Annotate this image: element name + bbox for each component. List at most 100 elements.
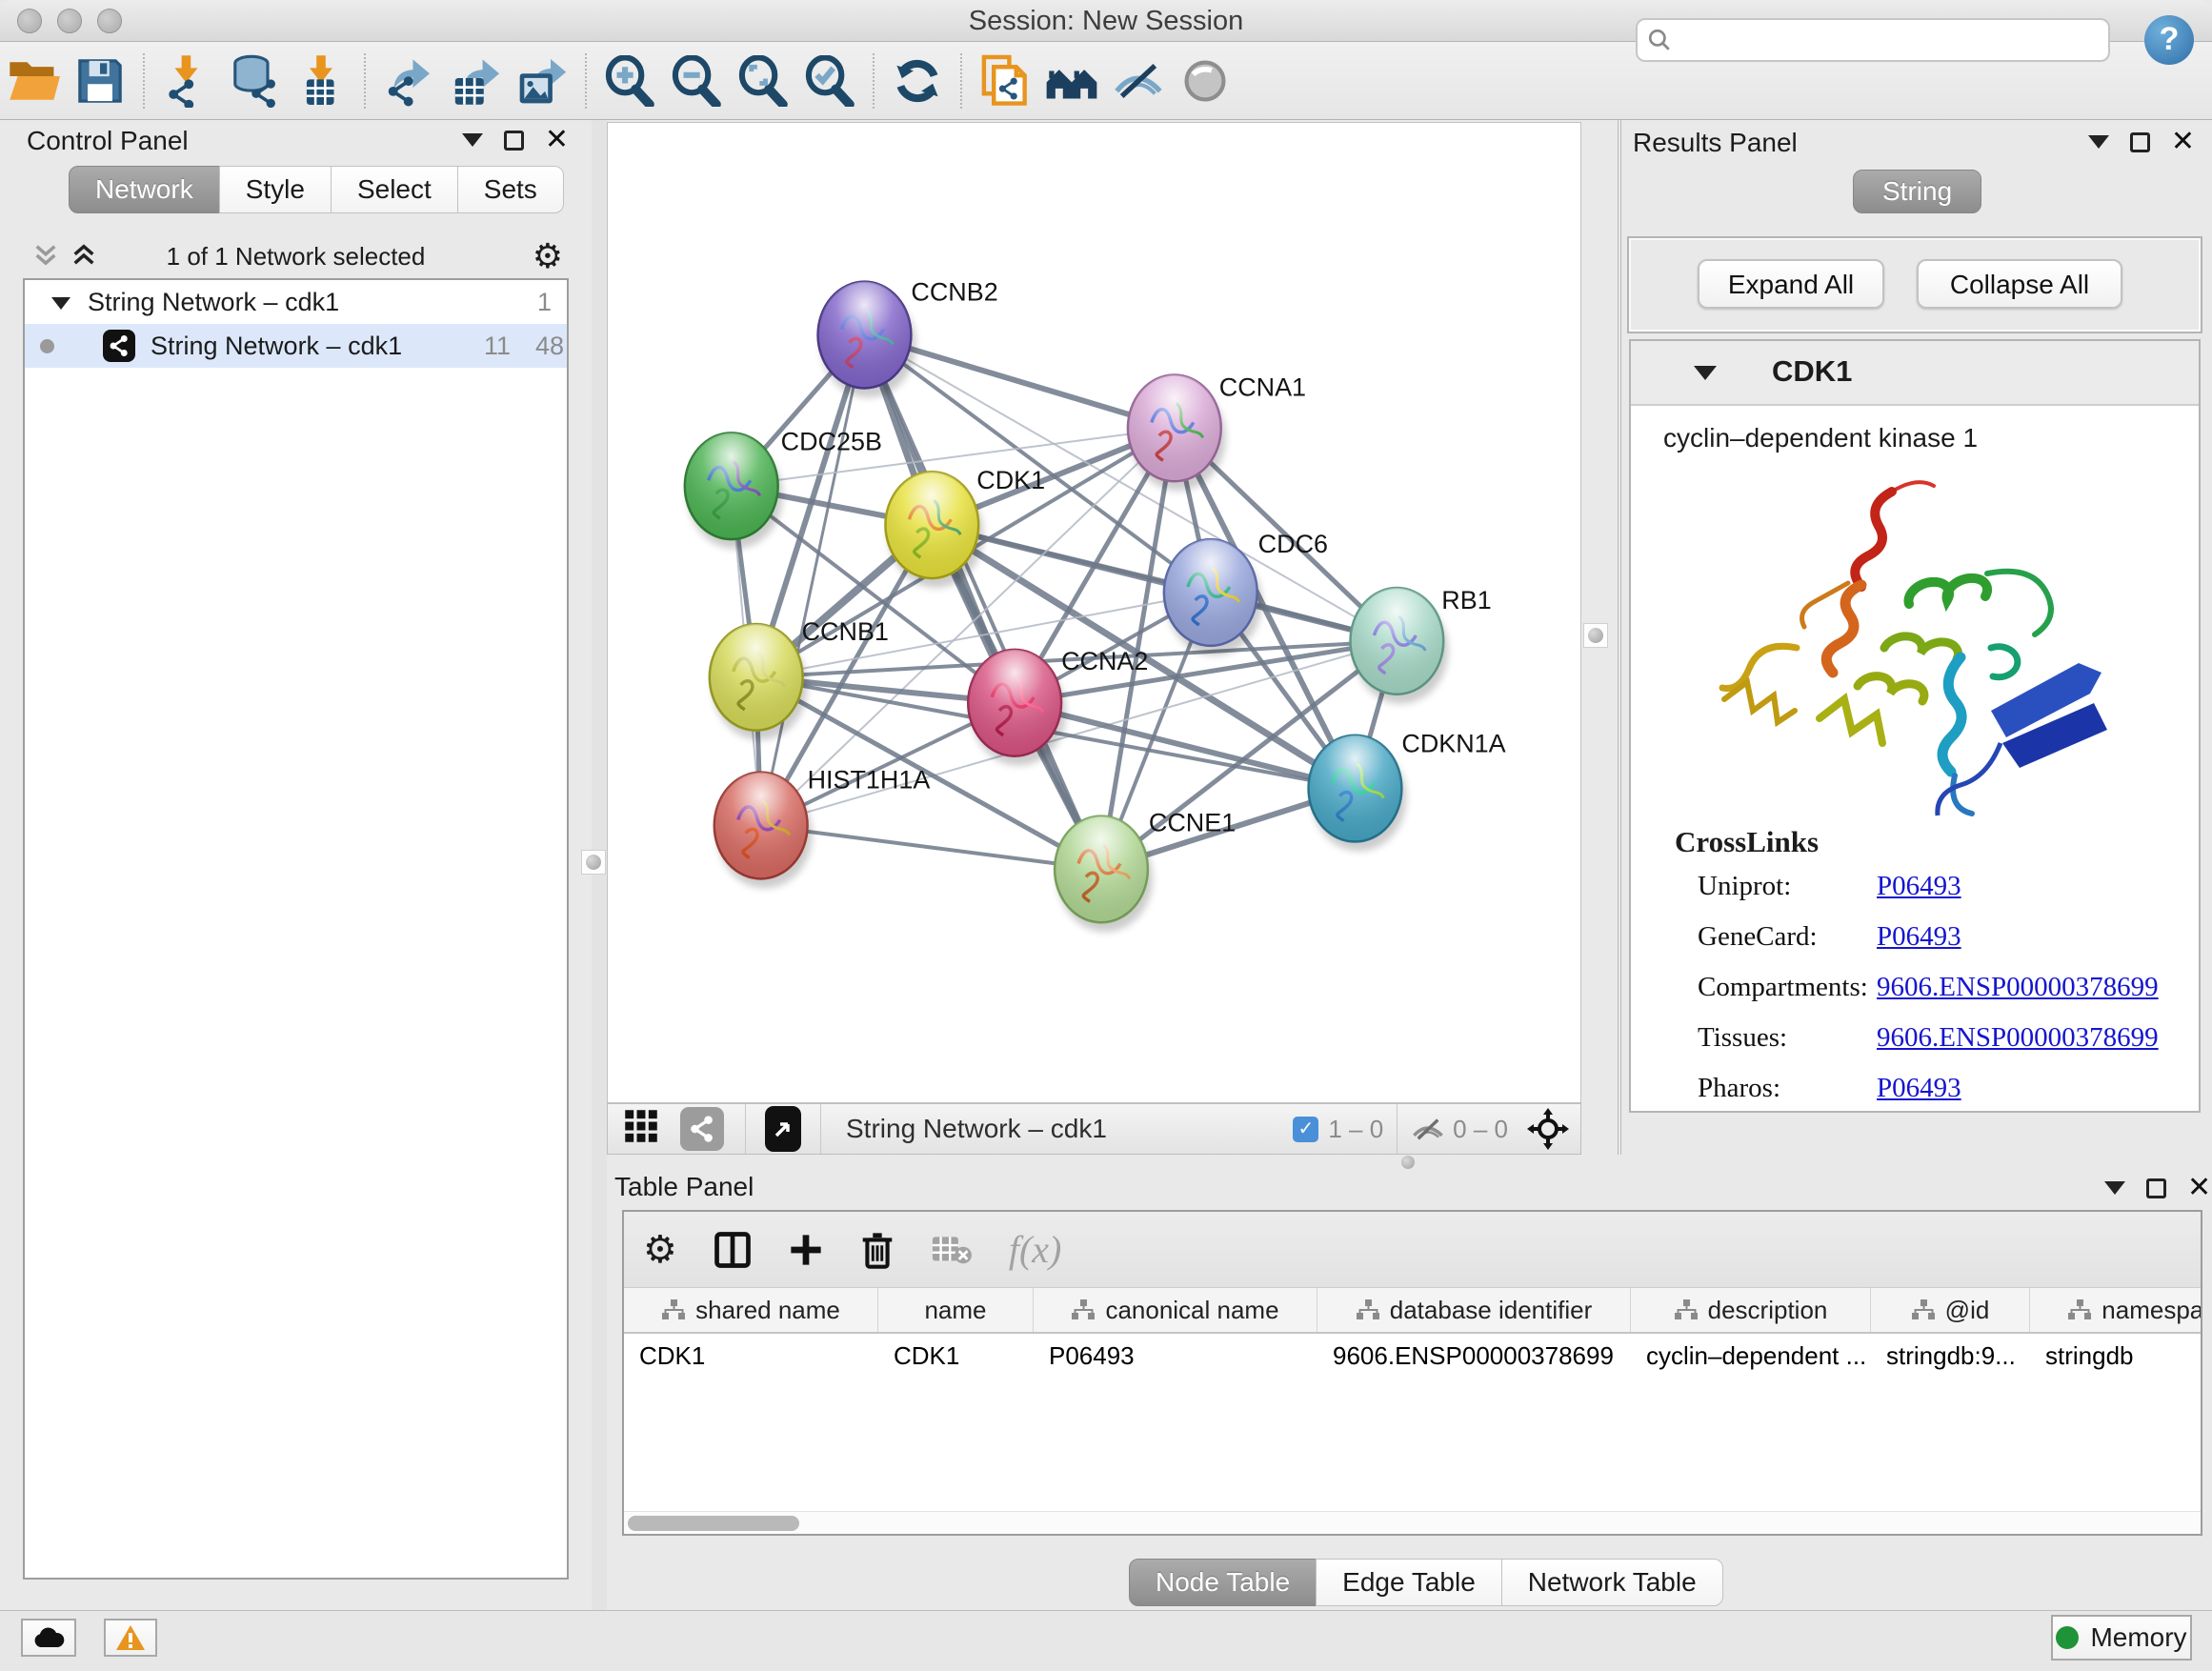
- tab-sets[interactable]: Sets: [457, 166, 564, 213]
- network-node-CDC25B[interactable]: [685, 433, 783, 549]
- control-panel-float-icon[interactable]: [504, 131, 524, 151]
- section-expander-icon[interactable]: [1694, 366, 1717, 380]
- show-hidden-icon[interactable]: [1172, 50, 1238, 111]
- table-panel-collapse-icon[interactable]: [2104, 1181, 2125, 1195]
- show-all-networks-icon[interactable]: [1038, 50, 1105, 111]
- network-collection-row[interactable]: String Network – cdk1 1: [25, 280, 567, 324]
- network-node-CDK1[interactable]: [885, 472, 983, 588]
- network-collection-label: String Network – cdk1: [88, 288, 339, 317]
- export-table-icon[interactable]: [442, 50, 509, 111]
- export-image-icon[interactable]: [509, 50, 575, 111]
- tab-style[interactable]: Style: [219, 166, 332, 213]
- open-session-icon[interactable]: [0, 50, 67, 111]
- table-toolbar: ⚙ f(x): [624, 1212, 2201, 1288]
- cloud-status-button[interactable]: [21, 1619, 76, 1657]
- search-box[interactable]: [1636, 18, 2110, 62]
- help-button[interactable]: ?: [2144, 15, 2194, 65]
- column-header-description[interactable]: description: [1631, 1288, 1871, 1332]
- navigator-crosshair-icon[interactable]: [1527, 1108, 1569, 1150]
- import-network-from-file-icon[interactable]: [154, 50, 221, 111]
- search-input[interactable]: [1679, 26, 2099, 55]
- network-row-selected[interactable]: String Network – cdk1 11 48: [25, 324, 567, 368]
- network-edge-CCNB2-HIST1H1A[interactable]: [761, 335, 865, 826]
- column-header-id[interactable]: @id: [1871, 1288, 2030, 1332]
- results-panel-float-icon[interactable]: [2130, 132, 2150, 152]
- tab-edge-table[interactable]: Edge Table: [1316, 1559, 1502, 1606]
- network-node-CCNA1[interactable]: [1128, 374, 1226, 491]
- column-header-canonical-name[interactable]: canonical name: [1034, 1288, 1317, 1332]
- column-header-shared-name[interactable]: shared name: [624, 1288, 878, 1332]
- delete-column-icon[interactable]: [860, 1231, 895, 1269]
- crosslink-uniprot[interactable]: P06493: [1877, 871, 1961, 902]
- splitter-handle[interactable]: [581, 850, 606, 875]
- vertical-splitter-right[interactable]: [1581, 120, 1621, 1155]
- collapse-all-button[interactable]: Collapse All: [1917, 259, 2122, 309]
- detach-view-icon[interactable]: [765, 1106, 801, 1152]
- splitter-handle[interactable]: [1401, 1156, 1415, 1169]
- toolbar-separator: [1397, 1104, 1398, 1154]
- crosslink-compartments[interactable]: 9606.ENSP00000378699: [1877, 972, 2159, 1003]
- export-network-icon[interactable]: [375, 50, 442, 111]
- network-options-gear-icon[interactable]: ⚙: [533, 236, 563, 276]
- import-table-from-file-icon[interactable]: [288, 50, 354, 111]
- tab-network[interactable]: Network: [69, 166, 220, 213]
- selected-checkbox-icon[interactable]: ✓: [1293, 1117, 1318, 1142]
- column-header-namespace[interactable]: namespace: [2030, 1288, 2202, 1332]
- network-overview-icon[interactable]: [680, 1107, 724, 1151]
- network-node-CDC6[interactable]: [1164, 539, 1262, 655]
- network-node-CCNA2[interactable]: [968, 650, 1066, 766]
- network-node-CCNE1[interactable]: [1055, 816, 1153, 933]
- delete-table-icon[interactable]: [931, 1234, 973, 1266]
- network-node-CCNB2[interactable]: [818, 282, 916, 398]
- update-network-icon[interactable]: [884, 50, 951, 111]
- gene-section-header[interactable]: CDK1: [1631, 341, 2199, 406]
- results-panel-collapse-icon[interactable]: [2088, 135, 2109, 149]
- import-network-from-database-icon[interactable]: [221, 50, 288, 111]
- horizontal-splitter[interactable]: [607, 1155, 2212, 1170]
- warnings-button[interactable]: [104, 1619, 157, 1657]
- zoom-in-icon[interactable]: [596, 50, 663, 111]
- column-header-name[interactable]: name: [878, 1288, 1034, 1332]
- tab-select[interactable]: Select: [331, 166, 458, 213]
- tab-node-table[interactable]: Node Table: [1129, 1559, 1317, 1606]
- tab-network-table[interactable]: Network Table: [1501, 1559, 1723, 1606]
- copy-network-icon[interactable]: [972, 50, 1038, 111]
- network-view-canvas[interactable]: CCNB2CCNA1CDC25BCDK1CDC6RB1CCNB1CCNA2HIS…: [607, 122, 1581, 1103]
- table-horizontal-scrollbar[interactable]: [624, 1511, 2201, 1534]
- add-column-icon[interactable]: [788, 1232, 824, 1268]
- table-panel-tabs: Node TableEdge TableNetwork Table: [1129, 1559, 1723, 1606]
- expand-all-button[interactable]: Expand All: [1698, 259, 1884, 309]
- hide-selected-icon[interactable]: [1105, 50, 1172, 111]
- crosslink-label: Tissues:: [1698, 1022, 1787, 1054]
- show-columns-icon[interactable]: [714, 1231, 752, 1269]
- vertical-splitter-left[interactable]: [592, 120, 607, 1610]
- scrollbar-thumb[interactable]: [628, 1516, 799, 1531]
- zoom-selected-icon[interactable]: [796, 50, 863, 111]
- table-row[interactable]: CDK1CDK1P064939606.ENSP00000378699cyclin…: [624, 1334, 2201, 1378]
- grid-view-icon[interactable]: [623, 1108, 665, 1151]
- tree-expander-icon[interactable]: [51, 297, 70, 310]
- crosslink-genecard[interactable]: P06493: [1877, 921, 1961, 953]
- zoom-out-icon[interactable]: [663, 50, 730, 111]
- tab-string[interactable]: String: [1853, 170, 1981, 213]
- crosslink-pharos[interactable]: P06493: [1877, 1073, 1961, 1104]
- network-edge-count: 48: [535, 332, 564, 361]
- table-panel-title: Table Panel: [614, 1172, 754, 1202]
- save-session-icon[interactable]: [67, 50, 133, 111]
- zoom-fit-content-icon[interactable]: [730, 50, 796, 111]
- results-panel-close-icon[interactable]: ✕: [2171, 131, 2195, 152]
- crosslink-tissues[interactable]: 9606.ENSP00000378699: [1877, 1022, 2159, 1054]
- table-panel-float-icon[interactable]: [2146, 1178, 2166, 1198]
- column-header-database-identifier[interactable]: database identifier: [1317, 1288, 1631, 1332]
- control-panel-collapse-icon[interactable]: [462, 133, 483, 147]
- network-node-RB1[interactable]: [1350, 588, 1448, 704]
- splitter-handle[interactable]: [1583, 623, 1608, 648]
- network-node-CDKN1A[interactable]: [1309, 735, 1407, 852]
- table-options-gear-icon[interactable]: ⚙: [643, 1228, 677, 1272]
- toolbar-separator: [364, 53, 366, 109]
- table-panel-close-icon[interactable]: ✕: [2187, 1178, 2211, 1198]
- memory-button[interactable]: Memory: [2051, 1615, 2192, 1661]
- control-panel-close-icon[interactable]: ✕: [545, 130, 569, 151]
- apply-function-icon[interactable]: f(x): [1009, 1227, 1062, 1272]
- network-node-label-CDC25B: CDC25B: [781, 427, 882, 455]
